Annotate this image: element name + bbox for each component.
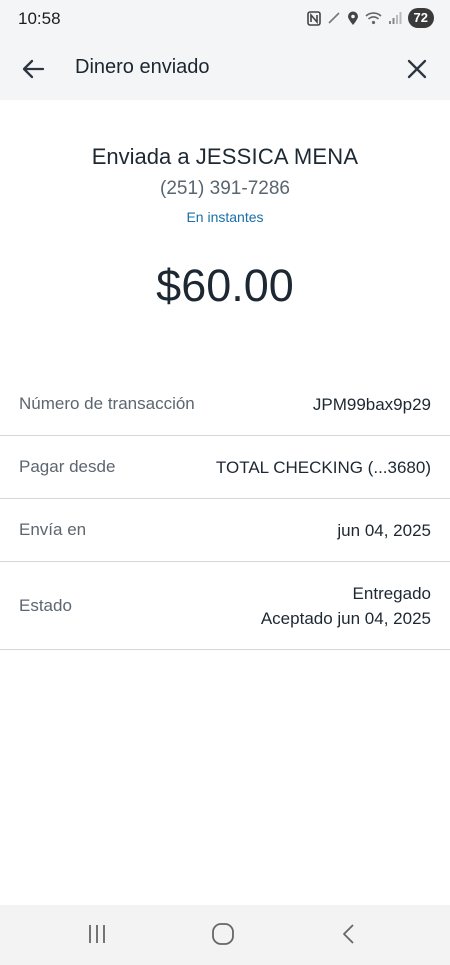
- detail-label: Pagar desde: [19, 457, 116, 476]
- recipient-phone: (251) 391-7286: [160, 178, 290, 199]
- close-button[interactable]: [402, 54, 432, 84]
- detail-row-status: Estado Entregado Aceptado jun 04, 2025: [0, 562, 450, 650]
- detail-value-status: Entregado Aceptado jun 04, 2025: [261, 581, 431, 631]
- status-time: 10:58: [18, 9, 61, 28]
- back-button[interactable]: [18, 54, 50, 84]
- nav-back-button[interactable]: [334, 923, 364, 949]
- status-bar: 10:58 72: [0, 0, 450, 38]
- detail-label: Envía en: [19, 520, 87, 539]
- arrow-left-icon: [18, 59, 50, 88]
- recipient-line: Enviada a JESSICA MENA: [0, 140, 450, 174]
- home-button[interactable]: [208, 922, 238, 951]
- home-icon: [210, 922, 236, 951]
- page-title: Dinero enviado: [75, 56, 210, 78]
- recipient-name: JESSICA MENA: [195, 144, 359, 169]
- close-icon: [402, 59, 432, 88]
- wifi-icon: [364, 11, 382, 25]
- detail-label: Número de transacción: [19, 394, 195, 413]
- transfer-amount: $60.00: [156, 260, 294, 311]
- sent-to-prefix: Enviada a: [91, 144, 190, 169]
- battery-icon: 72: [407, 8, 434, 28]
- detail-value: jun 04, 2025: [337, 520, 431, 540]
- detail-label: Estado: [19, 595, 72, 615]
- back-icon: [338, 922, 360, 951]
- detail-value: JPM99bax9p29: [312, 394, 431, 414]
- delivery-speed: En instantes: [186, 209, 264, 225]
- transfer-details: Número de transacción JPM99bax9p29 Pagar…: [0, 373, 450, 650]
- status-value: Entregado: [352, 583, 431, 603]
- detail-row-send-on: Envía en jun 04, 2025: [0, 499, 450, 562]
- recents-button[interactable]: [82, 923, 112, 949]
- detail-row-pay-from: Pagar desde TOTAL CHECKING (...3680): [0, 436, 450, 499]
- location-icon: [347, 11, 359, 26]
- recents-icon: [85, 923, 109, 950]
- status-icons: 72: [306, 8, 434, 28]
- transfer-summary: Enviada a JESSICA MENA (251) 391-7286 En…: [0, 140, 450, 316]
- detail-value: TOTAL CHECKING (...3680): [215, 457, 431, 477]
- signal-off-icon: [327, 11, 341, 25]
- app-bar: Dinero enviado: [0, 38, 450, 100]
- system-nav-bar: [0, 905, 450, 965]
- detail-row-transaction-number: Número de transacción JPM99bax9p29: [0, 373, 450, 436]
- status-accepted-date: Aceptado jun 04, 2025: [260, 608, 431, 628]
- cell-signal-icon: [388, 11, 402, 25]
- nfc-icon: [306, 10, 321, 26]
